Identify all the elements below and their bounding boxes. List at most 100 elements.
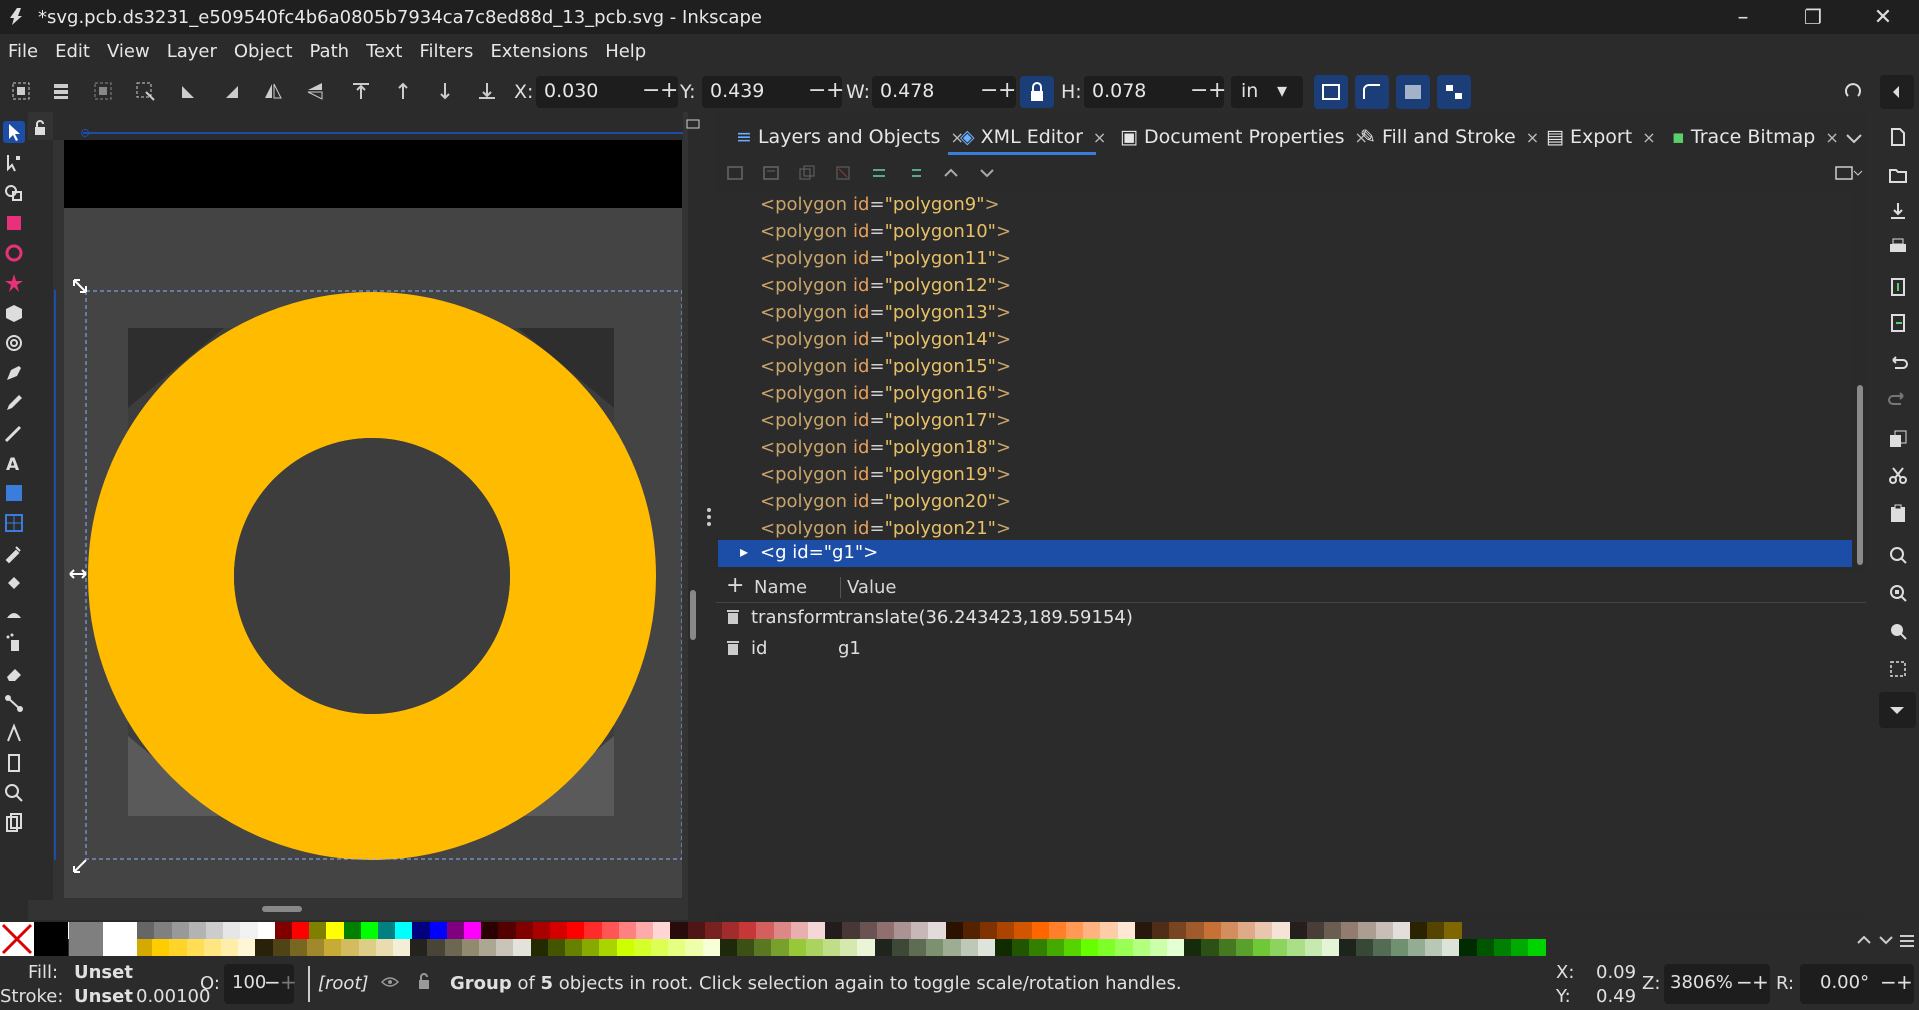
mesh-tool-icon[interactable]	[3, 512, 25, 534]
color-swatch[interactable]	[995, 939, 1013, 956]
color-swatch[interactable]	[859, 922, 878, 939]
undo-icon[interactable]	[1887, 352, 1909, 374]
trash-icon[interactable]	[726, 609, 740, 625]
color-swatch[interactable]	[1321, 939, 1340, 956]
color-swatch[interactable]	[464, 922, 482, 939]
color-swatch[interactable]	[616, 939, 635, 956]
color-swatch[interactable]	[375, 939, 394, 956]
color-swatch[interactable]	[1083, 922, 1102, 939]
duplicate-node-icon[interactable]	[798, 164, 816, 182]
color-swatch[interactable]	[257, 922, 276, 939]
display-icon[interactable]	[686, 118, 700, 132]
restore-button[interactable]: ❐	[1778, 0, 1848, 34]
color-swatch[interactable]	[876, 922, 895, 939]
color-swatch[interactable]	[601, 922, 620, 939]
menu-text[interactable]: Text	[366, 41, 402, 62]
color-swatch[interactable]	[1476, 939, 1495, 956]
menu-path[interactable]: Path	[310, 41, 350, 62]
color-swatch[interactable]	[584, 922, 603, 939]
gradient-tool-icon[interactable]	[3, 482, 25, 504]
selector-tool-icon[interactable]	[3, 121, 25, 143]
color-swatch[interactable]	[808, 922, 826, 939]
color-swatch[interactable]	[461, 939, 480, 956]
touch-select-icon[interactable]	[134, 80, 156, 102]
spiral-tool-icon[interactable]	[3, 332, 25, 354]
color-swatch[interactable]	[977, 939, 996, 956]
color-swatch[interactable]	[532, 922, 551, 939]
color-swatch[interactable]	[1066, 922, 1084, 939]
color-swatch-large[interactable]	[34, 922, 68, 956]
move-patterns-button[interactable]	[1437, 75, 1471, 109]
xml-node-row[interactable]: <polygon id="polygon19">	[760, 464, 1011, 485]
color-swatch[interactable]	[1218, 939, 1237, 956]
color-swatch[interactable]	[1339, 939, 1357, 956]
color-swatch[interactable]	[636, 922, 654, 939]
export-icon[interactable]	[1887, 312, 1909, 334]
xml-node-row[interactable]: <polygon id="polygon21">	[760, 518, 1011, 539]
color-swatch[interactable]	[1375, 922, 1394, 939]
color-swatch[interactable]	[737, 939, 755, 956]
color-swatch[interactable]	[1287, 939, 1306, 956]
tab-trace-bitmap[interactable]: ▪ Trace Bitmap ×	[1672, 126, 1839, 148]
more-commands-button[interactable]	[1879, 692, 1916, 728]
color-swatch[interactable]	[756, 922, 775, 939]
pen-tool-icon[interactable]	[3, 362, 25, 384]
rotate-cw-icon[interactable]	[220, 80, 242, 102]
color-swatch[interactable]	[1184, 939, 1203, 956]
tweak-tool-icon[interactable]	[3, 602, 25, 624]
color-swatch[interactable]	[343, 922, 362, 939]
horizontal-ruler[interactable]	[53, 112, 683, 140]
color-swatch[interactable]	[272, 939, 291, 956]
color-swatch[interactable]	[1012, 939, 1031, 956]
open-folder-icon[interactable]	[1887, 164, 1909, 186]
color-swatch[interactable]	[1324, 922, 1342, 939]
color-swatch[interactable]	[1014, 922, 1033, 939]
color-swatch[interactable]	[997, 922, 1016, 939]
cut-icon[interactable]	[1887, 464, 1909, 486]
opacity-field[interactable]: 100 − +	[224, 964, 297, 1004]
color-swatch[interactable]	[618, 922, 637, 939]
shape-builder-icon[interactable]	[3, 182, 25, 204]
color-swatch[interactable]	[203, 939, 222, 956]
zoom-page-width-icon[interactable]	[1887, 658, 1909, 680]
xml-node-row[interactable]: <polygon id="polygon9">	[760, 194, 1000, 215]
color-swatch[interactable]	[135, 939, 153, 956]
w-decrement[interactable]: −	[980, 78, 998, 103]
color-swatch[interactable]	[1046, 939, 1065, 956]
color-swatch[interactable]	[943, 939, 962, 956]
node-tool-icon[interactable]	[3, 152, 25, 174]
tab-document-properties[interactable]: ▣ Document Properties ×	[1120, 126, 1368, 148]
color-swatch[interactable]	[928, 922, 947, 939]
vertical-ruler[interactable]	[28, 140, 56, 900]
new-text-node-icon[interactable]	[762, 164, 780, 182]
opacity-increment[interactable]: +	[280, 970, 297, 994]
color-swatch[interactable]	[960, 939, 979, 956]
scale-handle-icon[interactable]	[70, 276, 90, 296]
color-swatch[interactable]	[1115, 939, 1134, 956]
color-swatch[interactable]	[169, 939, 188, 956]
flip-horizontal-icon[interactable]	[262, 80, 284, 102]
color-swatch[interactable]	[186, 939, 205, 956]
color-swatch[interactable]	[1341, 922, 1360, 939]
zoom-decrement[interactable]: −	[1736, 970, 1753, 994]
rotate-ccw-icon[interactable]	[178, 80, 200, 102]
menu-extensions[interactable]: Extensions	[490, 41, 588, 62]
color-swatch[interactable]	[393, 939, 411, 956]
color-swatch[interactable]	[1270, 939, 1289, 956]
panel-grip-icon[interactable]	[705, 505, 713, 529]
flip-vertical-icon[interactable]	[304, 80, 326, 102]
color-swatch[interactable]	[1356, 939, 1375, 956]
print-icon[interactable]	[1887, 236, 1909, 258]
unindent-node-icon[interactable]	[870, 164, 888, 182]
layer-lock-icon[interactable]	[416, 971, 432, 991]
stretch-handle-icon[interactable]	[68, 564, 88, 584]
pages-tool-icon[interactable]	[3, 812, 25, 834]
color-swatch[interactable]	[427, 939, 446, 956]
ellipse-tool-icon[interactable]	[3, 242, 25, 264]
calligraphy-tool-icon[interactable]	[3, 422, 25, 444]
measure-tool-icon[interactable]	[3, 752, 25, 774]
color-swatch[interactable]	[1081, 939, 1099, 956]
color-swatch[interactable]	[911, 922, 930, 939]
text-tool-icon[interactable]: A	[3, 452, 25, 474]
move-gradients-button[interactable]	[1396, 75, 1430, 109]
